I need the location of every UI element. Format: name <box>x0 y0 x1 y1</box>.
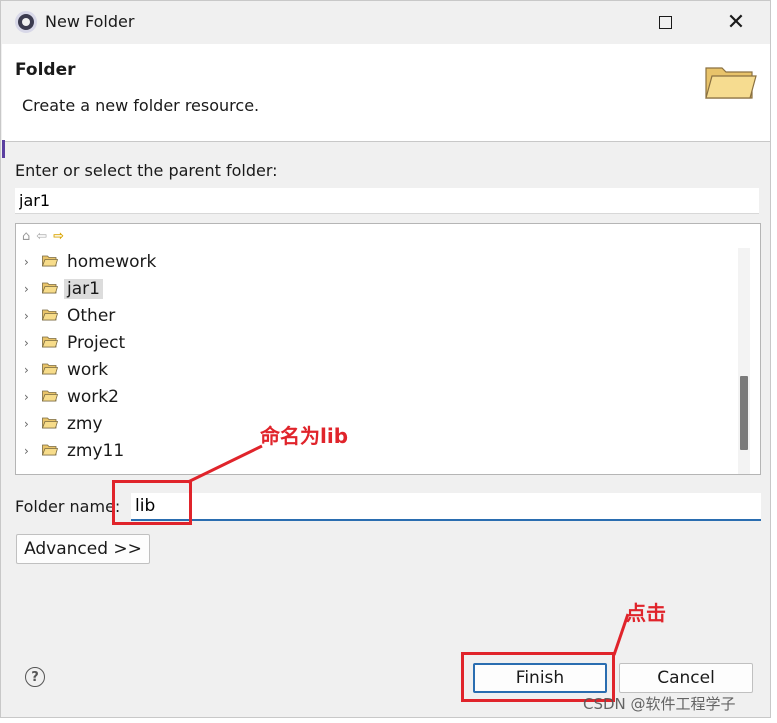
parent-folder-input[interactable] <box>15 188 759 214</box>
wizard-header: Folder Create a new folder resource. <box>2 44 770 158</box>
title-bar: New Folder ✕ <box>1 1 770 44</box>
tree-item[interactable]: › homework <box>16 248 736 275</box>
folder-name-label: Folder name: <box>15 497 121 516</box>
open-folder-icon <box>42 417 58 429</box>
expand-chevron-icon[interactable]: › <box>24 363 29 377</box>
left-accent-mark <box>2 140 5 158</box>
tree-item-label: jar1 <box>64 278 103 299</box>
folder-banner-icon <box>705 67 757 99</box>
tree-item-label: Project <box>67 332 126 353</box>
tree-list: › homework › jar1 › Other › Project › work › work2 ›… <box>16 248 736 464</box>
close-icon: ✕ <box>726 9 746 35</box>
open-folder-icon <box>42 309 58 321</box>
parent-folder-label: Enter or select the parent folder: <box>15 161 278 180</box>
header-description: Create a new folder resource. <box>22 96 260 115</box>
maximize-icon <box>658 15 672 29</box>
expand-chevron-icon[interactable]: › <box>24 282 29 296</box>
annotation-box-folder-name <box>112 480 192 525</box>
tree-item-label: zmy11 <box>67 440 125 461</box>
expand-chevron-icon[interactable]: › <box>24 255 29 269</box>
open-folder-icon <box>42 255 58 267</box>
home-icon[interactable]: ⌂ <box>22 229 30 244</box>
tree-item[interactable]: › jar1 <box>16 275 736 302</box>
folder-name-input[interactable] <box>131 493 761 521</box>
expand-chevron-icon[interactable]: › <box>24 444 29 458</box>
expand-chevron-icon[interactable]: › <box>24 336 29 350</box>
forward-arrow-icon[interactable]: ⇨ <box>53 229 64 244</box>
tree-item[interactable]: › Project <box>16 329 736 356</box>
tree-item[interactable]: › work <box>16 356 736 383</box>
tree-nav-toolbar: ⌂ ⇦ ⇨ <box>22 227 64 245</box>
watermark: CSDN @软件工程学子 <box>583 695 736 713</box>
tree-item[interactable]: › zmy11 <box>16 437 736 464</box>
back-arrow-icon[interactable]: ⇦ <box>36 229 47 244</box>
expand-chevron-icon[interactable]: › <box>24 417 29 431</box>
folder-tree[interactable]: ⌂ ⇦ ⇨ › homework › jar1 › Other › Project › work ›… <box>15 223 761 475</box>
open-folder-icon <box>42 336 58 348</box>
annotation-name-note: 命名为lib <box>260 424 349 448</box>
tree-item[interactable]: › zmy <box>16 410 736 437</box>
cancel-button[interactable]: Cancel <box>619 663 753 693</box>
tree-item[interactable]: › Other <box>16 302 736 329</box>
app-icon <box>15 11 37 33</box>
tree-item-label: Other <box>67 305 116 326</box>
tree-item-label: work2 <box>67 386 119 407</box>
close-button[interactable]: ✕ <box>716 7 756 37</box>
help-icon[interactable]: ? <box>25 667 45 687</box>
expand-chevron-icon[interactable]: › <box>24 309 29 323</box>
tree-item-label: zmy <box>67 413 103 434</box>
header-title: Folder <box>15 60 76 80</box>
open-folder-icon <box>42 282 58 294</box>
open-folder-icon <box>42 363 58 375</box>
scrollbar-thumb[interactable] <box>740 376 748 450</box>
open-folder-icon <box>42 444 58 456</box>
tree-item-label: work <box>67 359 109 380</box>
expand-chevron-icon[interactable]: › <box>24 390 29 404</box>
tree-scrollbar[interactable] <box>738 248 750 474</box>
window-title: New Folder <box>45 12 135 31</box>
open-folder-icon <box>42 390 58 402</box>
annotation-finish-note: 点击 <box>626 601 666 625</box>
maximize-button[interactable] <box>645 7 685 37</box>
tree-item[interactable]: › work2 <box>16 383 736 410</box>
tree-item-label: homework <box>67 251 157 272</box>
advanced-button[interactable]: Advanced >> <box>16 534 150 564</box>
